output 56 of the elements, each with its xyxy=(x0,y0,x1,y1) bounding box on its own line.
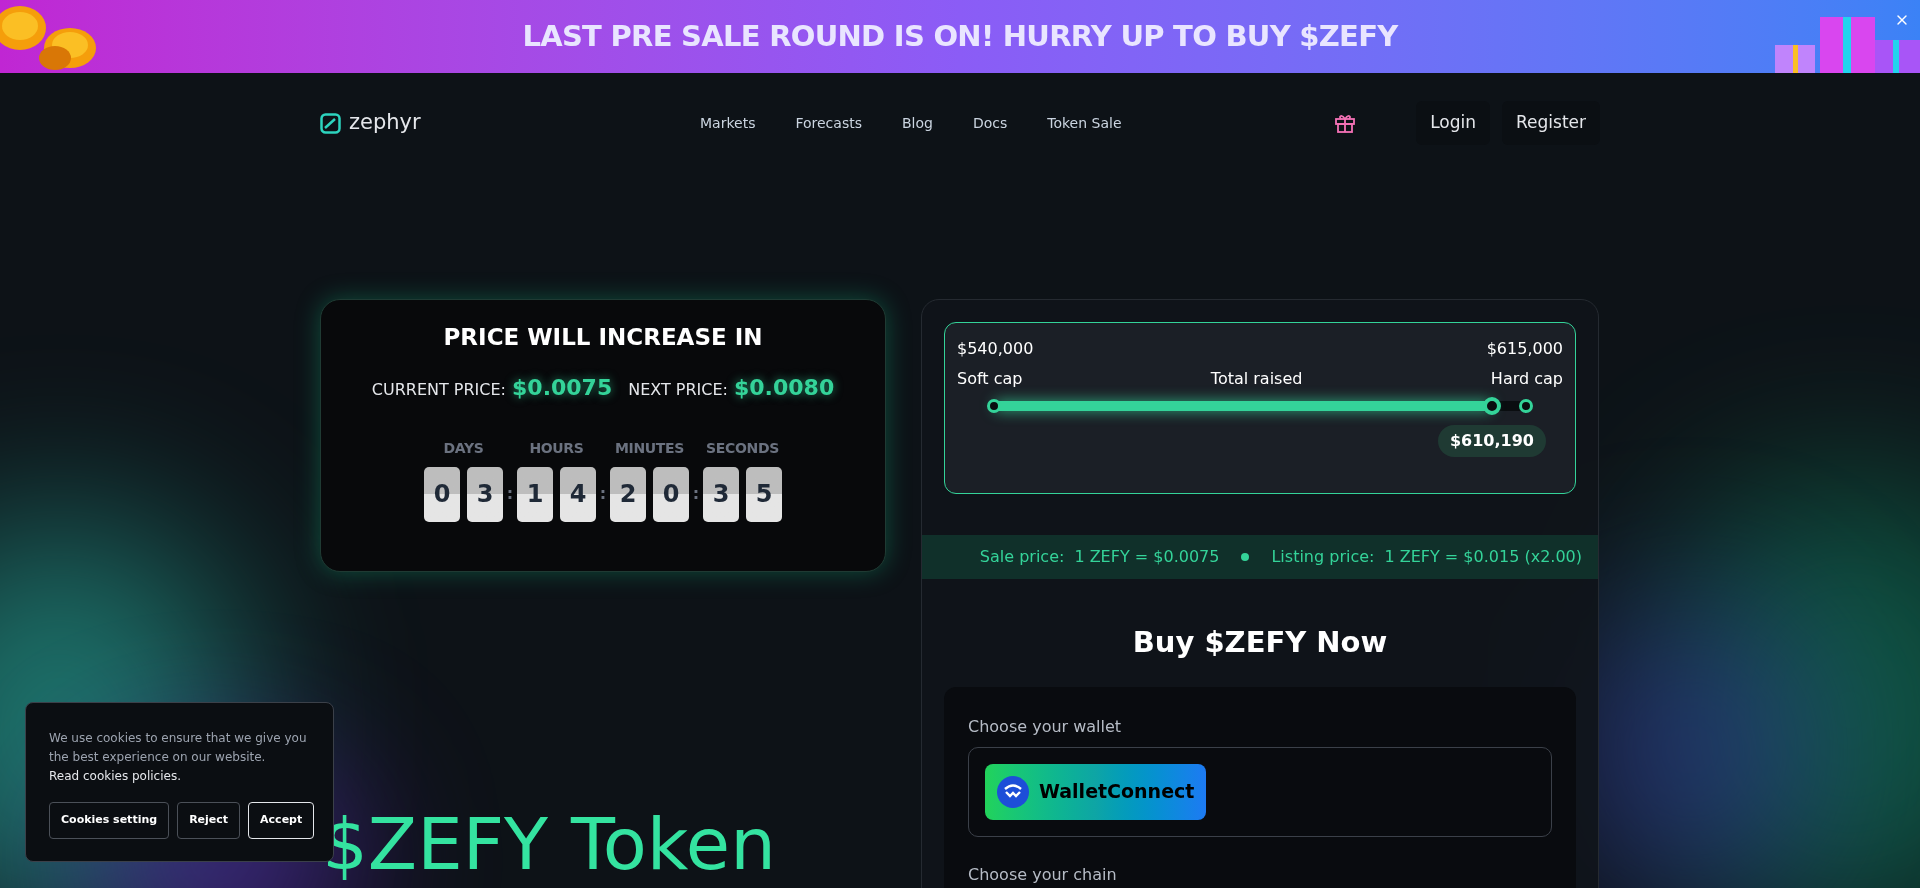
flip-digit: 3 xyxy=(467,466,503,522)
wallet-label: Choose your wallet xyxy=(968,715,1123,738)
wallet-icon xyxy=(997,775,1029,808)
gift-icon[interactable] xyxy=(1334,112,1357,134)
flip-digit: 1 xyxy=(517,466,553,522)
progress-thumb[interactable] xyxy=(1482,397,1501,415)
sale-price-label: Sale price: xyxy=(979,546,1065,568)
unit-label: HOURS xyxy=(529,438,584,458)
sale-price-value: 1 ZEFY = $0.0075 xyxy=(1074,546,1220,568)
unit-label: MINUTES xyxy=(615,438,684,458)
soft-cap-value: $540,000 xyxy=(957,338,1034,360)
listing-price-value: 1 ZEFY = $0.015 (x2.00) xyxy=(1384,546,1582,568)
flip-digit: 0 xyxy=(424,466,460,522)
cookie-button[interactable]: Accept xyxy=(248,802,315,839)
hero-title: $ZEFY Token xyxy=(322,808,777,880)
flip-digit: 0 xyxy=(653,466,689,522)
nav-link[interactable]: Blog xyxy=(901,112,933,134)
listing-price-label: Listing price: xyxy=(1271,546,1375,568)
cookie-policy-link[interactable]: Read cookies policies. xyxy=(49,767,310,786)
nav-link[interactable]: Forecasts xyxy=(795,112,862,134)
flip-digit: 2 xyxy=(610,466,646,522)
flip-digit: 4 xyxy=(560,466,596,522)
price-value: $0.0075 xyxy=(512,373,613,402)
nav-link[interactable]: Markets xyxy=(700,112,756,134)
flip-digit: 5 xyxy=(746,466,782,522)
price-label: NEXT PRICE: xyxy=(628,378,728,401)
price-value: $0.0080 xyxy=(734,373,835,402)
login-button[interactable]: Login xyxy=(1416,101,1490,145)
unit-label: DAYS xyxy=(443,438,484,458)
time-separator: : xyxy=(598,482,608,505)
flip-digit: 3 xyxy=(703,466,739,522)
cookie-button[interactable]: Reject xyxy=(177,802,241,839)
register-button[interactable]: Register xyxy=(1502,101,1600,145)
time-separator: : xyxy=(691,482,701,505)
banner-text: LAST PRE SALE ROUND IS ON! HURRY UP TO BUY $ZEFY xyxy=(522,17,1398,55)
chain-label: Choose your chain xyxy=(968,863,1118,886)
walletconnect-button[interactable]: WalletConnect xyxy=(985,763,1207,820)
bullet-icon xyxy=(1241,553,1250,561)
hard-cap-value: $615,000 xyxy=(1486,338,1563,360)
start-marker xyxy=(987,399,1001,413)
cookie-message: We use cookies to ensure that we give you the best experience on our website. xyxy=(49,730,308,766)
logo-icon xyxy=(320,112,341,134)
logo-text[interactable]: zephyr xyxy=(349,107,421,139)
cookie-button[interactable]: Cookies setting xyxy=(49,802,170,839)
raised-amount: $610,190 xyxy=(1437,425,1546,457)
time-separator: : xyxy=(505,482,515,505)
promo-banner[interactable]: LAST PRE SALE ROUND IS ON! HURRY UP TO BUY $ZEFY xyxy=(0,0,1920,73)
countdown-title: PRICE WILL INCREASE IN xyxy=(443,323,763,352)
buy-title: Buy $ZEFY Now xyxy=(1132,624,1388,661)
unit-label: SECONDS xyxy=(706,438,779,458)
price-label: CURRENT PRICE: xyxy=(371,378,506,401)
nav-link[interactable]: Token Sale xyxy=(1047,112,1122,134)
soft-cap-label: Soft cap xyxy=(957,368,1023,390)
hard-cap-label: Hard cap xyxy=(1490,368,1563,390)
nav-link[interactable]: Docs xyxy=(972,112,1008,134)
total-raised-label: Total raised xyxy=(1210,368,1303,390)
